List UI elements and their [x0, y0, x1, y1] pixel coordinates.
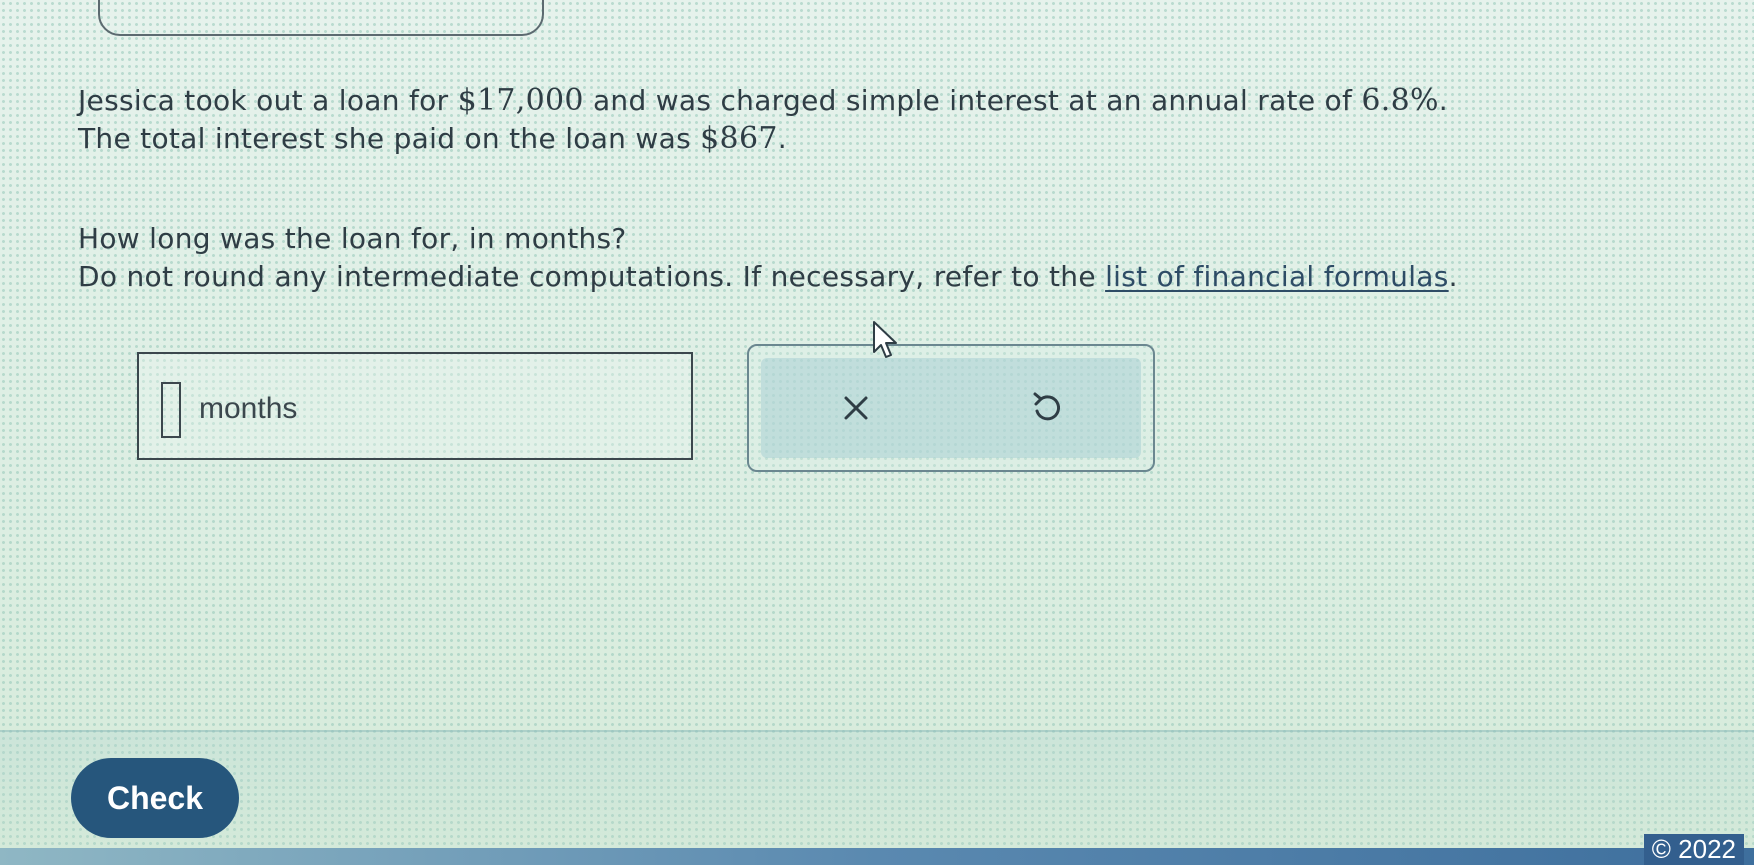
check-button[interactable]: Check	[71, 758, 239, 838]
previous-panel-frame	[98, 0, 544, 36]
answer-unit-label: months	[199, 392, 298, 425]
interest-rate: 6.8%	[1361, 83, 1439, 118]
interest-amount: $867	[700, 121, 778, 156]
loan-amount: $17,000	[457, 83, 584, 118]
bottom-toolbar-area	[0, 730, 1754, 852]
copyright-badge: © 2022	[1643, 834, 1744, 865]
answer-input[interactable]	[161, 382, 181, 438]
action-panel	[747, 344, 1155, 472]
footer-bar	[0, 848, 1754, 865]
clear-button[interactable]	[811, 368, 901, 448]
mouse-cursor-icon	[873, 321, 897, 358]
answer-box: months	[137, 352, 693, 460]
question-line-1: Jessica took out a loan for $17,000 and …	[78, 83, 1448, 118]
x-icon	[844, 396, 868, 420]
action-panel-inner	[761, 358, 1141, 458]
question-instruction: Do not round any intermediate computatio…	[78, 260, 1458, 293]
question-line-2: The total interest she paid on the loan …	[78, 121, 787, 156]
undo-icon	[1033, 392, 1061, 421]
financial-formulas-link[interactable]: list of financial formulas	[1105, 260, 1449, 293]
question-prompt: How long was the loan for, in months?	[78, 222, 627, 255]
undo-button[interactable]	[1001, 368, 1091, 448]
question-text: Jessica took out a loan for $17,000 and …	[78, 82, 1678, 296]
